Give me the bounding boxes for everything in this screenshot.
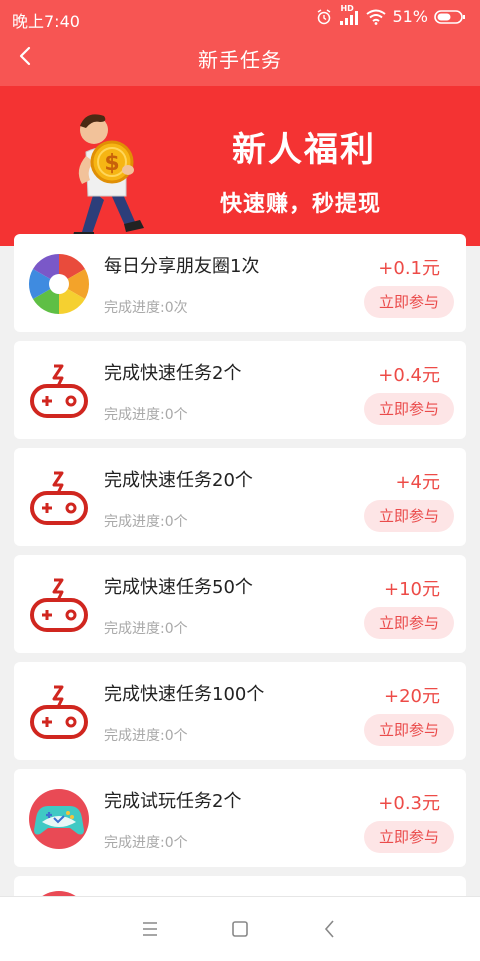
task-name: 完成快速任务50个 — [104, 577, 253, 598]
join-button[interactable]: 立即参与 — [364, 607, 454, 639]
wifi-icon — [366, 9, 387, 25]
task-reward: +0.1元 — [378, 258, 440, 279]
task-card-quick-50[interactable]: 完成快速任务50个 完成进度:0个 +10元 立即参与 — [14, 555, 466, 653]
task-name: 完成快速任务20个 — [104, 470, 253, 491]
banner-title: 新人福利 — [232, 130, 376, 170]
signal-icon: HD — [338, 4, 360, 26]
battery-percent: 51% — [392, 7, 428, 26]
join-button[interactable]: 立即参与 — [364, 393, 454, 425]
back-icon[interactable] — [318, 917, 342, 941]
welfare-banner: $ 新人福利 快速赚，秒提现 — [0, 86, 480, 246]
task-card-share[interactable]: 每日分享朋友圈1次 完成进度:0次 +0.1元 立即参与 — [14, 234, 466, 332]
task-progress: 完成进度:0次 — [104, 300, 188, 316]
battery-icon — [434, 9, 465, 24]
join-button[interactable]: 立即参与 — [364, 286, 454, 318]
task-reward: +10元 — [384, 579, 440, 600]
gamepad-icon — [30, 685, 88, 739]
aperture-icon — [28, 254, 90, 314]
task-name: 每日分享朋友圈1次 — [104, 256, 260, 277]
status-time: 晚上7:40 — [12, 12, 80, 31]
task-progress: 完成进度:0个 — [104, 835, 188, 851]
join-button[interactable]: 立即参与 — [364, 821, 454, 853]
app-header: 晚上7:40 HD 51% 新手任务 — [0, 0, 480, 86]
task-progress: 完成进度:0个 — [104, 728, 188, 744]
task-progress: 完成进度:0个 — [104, 407, 188, 423]
alarm-icon — [318, 8, 331, 24]
task-name: 完成试玩任务2个 — [104, 791, 242, 812]
gamepad-icon — [30, 471, 88, 525]
mascot-holding-coin-illustration: $ — [72, 114, 144, 240]
gamepad-icon — [30, 578, 88, 632]
join-button[interactable]: 立即参与 — [364, 714, 454, 746]
task-card-trial-2[interactable]: 完成试玩任务2个 完成进度:0个 +0.3元 立即参与 — [14, 769, 466, 867]
trial-game-icon — [29, 789, 89, 849]
task-card-quick-20[interactable]: 完成快速任务20个 完成进度:0个 +4元 立即参与 — [14, 448, 466, 546]
page-title: 新手任务 — [198, 48, 282, 72]
task-reward: +4元 — [395, 472, 440, 493]
task-list: 每日分享朋友圈1次 完成进度:0次 +0.1元 立即参与 完成快速任务2个 完成… — [14, 234, 466, 925]
task-reward: +20元 — [384, 686, 440, 707]
task-card-quick-2[interactable]: 完成快速任务2个 完成进度:0个 +0.4元 立即参与 — [14, 341, 466, 439]
task-name: 完成快速任务2个 — [104, 363, 242, 384]
join-button[interactable]: 立即参与 — [364, 500, 454, 532]
banner-subtitle: 快速赚，秒提现 — [220, 191, 382, 217]
status-icons: HD 51% — [316, 4, 466, 26]
home-icon[interactable] — [228, 917, 252, 941]
task-progress: 完成进度:0个 — [104, 514, 188, 530]
task-name: 完成快速任务100个 — [104, 684, 265, 705]
menu-icon[interactable] — [138, 917, 162, 941]
gamepad-icon — [30, 364, 88, 418]
svg-text:$: $ — [104, 151, 119, 176]
task-reward: +0.4元 — [378, 365, 440, 386]
task-card-quick-100[interactable]: 完成快速任务100个 完成进度:0个 +20元 立即参与 — [14, 662, 466, 760]
system-nav-bar — [0, 896, 480, 961]
task-reward: +0.3元 — [378, 793, 440, 814]
task-progress: 完成进度:0个 — [104, 621, 188, 637]
